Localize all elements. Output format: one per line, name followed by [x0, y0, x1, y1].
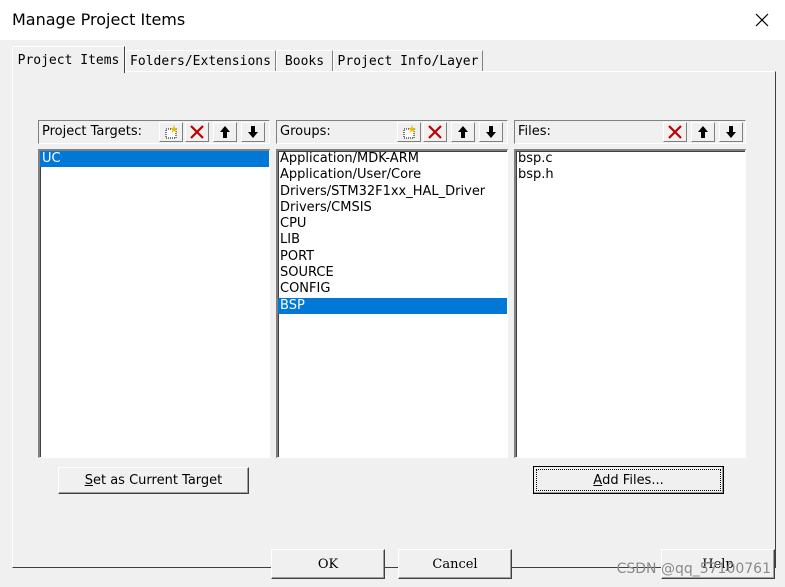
move-file-up-button[interactable]	[691, 122, 715, 142]
group-item[interactable]: Application/User/Core	[278, 167, 507, 183]
targets-label: Project Targets:	[42, 124, 142, 139]
new-item-icon	[165, 125, 178, 139]
delete-group-button[interactable]	[423, 122, 447, 142]
new-group-button[interactable]	[397, 122, 421, 142]
group-item[interactable]: Application/MDK-ARM	[278, 151, 507, 167]
new-item-icon	[403, 125, 416, 139]
group-item[interactable]: Drivers/STM32F1xx_HAL_Driver	[278, 184, 507, 200]
set-current-target-button[interactable]: Set as Current Target	[58, 467, 249, 494]
arrow-down-icon	[248, 126, 258, 138]
group-item[interactable]: PORT	[278, 249, 507, 265]
group-item[interactable]: SOURCE	[278, 265, 507, 281]
groups-header: Groups:	[276, 120, 508, 144]
target-item[interactable]: UC	[40, 151, 269, 168]
watermark-text: CSDN @qq_57100761	[616, 561, 771, 577]
group-item[interactable]: CONFIG	[278, 281, 507, 297]
delete-icon	[190, 125, 204, 139]
close-icon	[755, 13, 769, 27]
file-item[interactable]: bsp.c	[516, 151, 745, 167]
targets-list[interactable]: UC	[38, 149, 270, 458]
project-items-panel: Project Targets: UC Groups: Application/…	[12, 71, 776, 568]
groups-label: Groups:	[280, 124, 331, 139]
group-item[interactable]: Drivers/CMSIS	[278, 200, 507, 216]
delete-target-button[interactable]	[185, 122, 209, 142]
tab-project-items[interactable]: Project Items	[12, 46, 125, 73]
group-item[interactable]: LIB	[278, 232, 507, 248]
file-item[interactable]: bsp.h	[516, 167, 745, 183]
move-target-up-button[interactable]	[213, 122, 237, 142]
arrow-up-icon	[458, 126, 468, 138]
tab-books[interactable]: Books	[276, 50, 333, 72]
add-files-button[interactable]: Add Files...	[533, 466, 724, 494]
delete-icon	[428, 125, 442, 139]
title-bar: Manage Project Items	[0, 0, 785, 40]
arrow-up-icon	[220, 126, 230, 138]
ok-button[interactable]: OK	[271, 549, 385, 579]
move-group-down-button[interactable]	[479, 122, 503, 142]
move-file-down-button[interactable]	[719, 122, 743, 142]
delete-file-button[interactable]	[663, 122, 687, 142]
window-title: Manage Project Items	[12, 10, 186, 29]
files-label: Files:	[518, 124, 551, 139]
arrow-down-icon	[486, 126, 496, 138]
tab-project-info-layer[interactable]: Project Info/Layer	[333, 50, 483, 72]
tab-folders-extensions[interactable]: Folders/Extensions	[125, 50, 276, 72]
group-item[interactable]: CPU	[278, 216, 507, 232]
arrow-up-icon	[698, 126, 708, 138]
cancel-button[interactable]: Cancel	[398, 549, 512, 579]
dialog-client-area: Project Items Folders/Extensions Books P…	[0, 40, 785, 587]
move-target-down-button[interactable]	[241, 122, 265, 142]
arrow-down-icon	[726, 126, 736, 138]
targets-header: Project Targets:	[38, 120, 270, 144]
close-button[interactable]	[747, 6, 777, 34]
files-list[interactable]: bsp.c bsp.h	[514, 149, 746, 458]
files-header: Files:	[514, 120, 746, 144]
groups-list[interactable]: Application/MDK-ARM Application/User/Cor…	[276, 149, 508, 458]
move-group-up-button[interactable]	[451, 122, 475, 142]
new-target-button[interactable]	[159, 122, 183, 142]
group-item-selected[interactable]: BSP	[278, 297, 507, 314]
delete-icon	[668, 125, 682, 139]
